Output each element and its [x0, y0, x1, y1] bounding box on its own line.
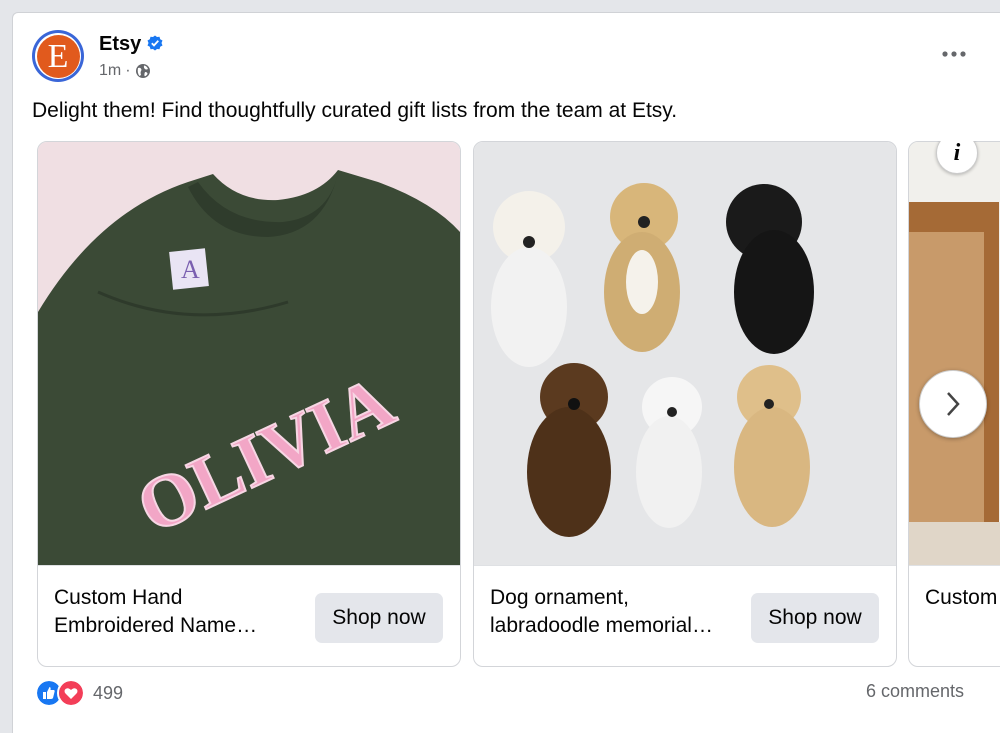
post-card: E Etsy 1m · Delight them! Find thoughtfu…	[12, 12, 1000, 733]
card-3-footer: Custom Portrait	[909, 565, 1000, 666]
chevron-right-icon[interactable]	[919, 370, 987, 438]
page-name-link[interactable]: Etsy	[99, 33, 141, 56]
globe-icon	[135, 64, 150, 78]
post-time[interactable]: 1m	[99, 62, 121, 80]
card-2-footer: Dog ornament, labradoodle memorial… Shop…	[474, 565, 896, 666]
carousel-card-1[interactable]: A OLIVIA Custom Hand Embroidered Name… S…	[37, 141, 461, 667]
carousel-card-2[interactable]: Dog ornament, labradoodle memorial… Shop…	[473, 141, 897, 667]
more-options-icon[interactable]	[938, 41, 970, 67]
product-carousel: A OLIVIA Custom Hand Embroidered Name… S…	[13, 141, 1000, 681]
dog-white-2	[636, 377, 702, 528]
verified-badge-icon	[147, 35, 163, 51]
comments-count-link[interactable]: 6 comments	[866, 681, 964, 702]
custom-portrait-image	[909, 142, 1000, 565]
meta-separator: ·	[125, 62, 131, 79]
reactions-summary[interactable]: 499	[35, 679, 123, 707]
dog-golden-2	[734, 365, 810, 527]
dog-golden-1	[604, 183, 680, 352]
shop-now-button-2[interactable]: Shop now	[751, 593, 879, 643]
avatar-ring: E	[35, 33, 81, 79]
dog-white-1	[491, 191, 567, 367]
beaded-dog-ornaments-image	[474, 142, 896, 565]
dots-glyph	[942, 51, 966, 57]
reaction-count: 499	[93, 682, 124, 703]
card-3-title[interactable]: Custom Portrait	[925, 584, 1000, 612]
card-1-footer: Custom Hand Embroidered Name… Shop now	[38, 565, 460, 666]
shop-now-button-1[interactable]: Shop now	[315, 593, 443, 643]
post-caption: Delight them! Find thoughtfully curated …	[32, 99, 678, 122]
chevron-glyph	[947, 392, 960, 416]
post-meta: 1m ·	[99, 62, 151, 80]
svg-text:A: A	[181, 255, 200, 284]
love-reaction-icon	[57, 679, 85, 707]
card-2-title[interactable]: Dog ornament, labradoodle memorial…	[490, 584, 720, 640]
page-avatar[interactable]: E	[32, 30, 84, 82]
etsy-logo: E	[36, 34, 80, 78]
embroidered-sweatshirt-image: A OLIVIA	[38, 142, 460, 565]
card-1-title[interactable]: Custom Hand Embroidered Name…	[54, 584, 284, 640]
